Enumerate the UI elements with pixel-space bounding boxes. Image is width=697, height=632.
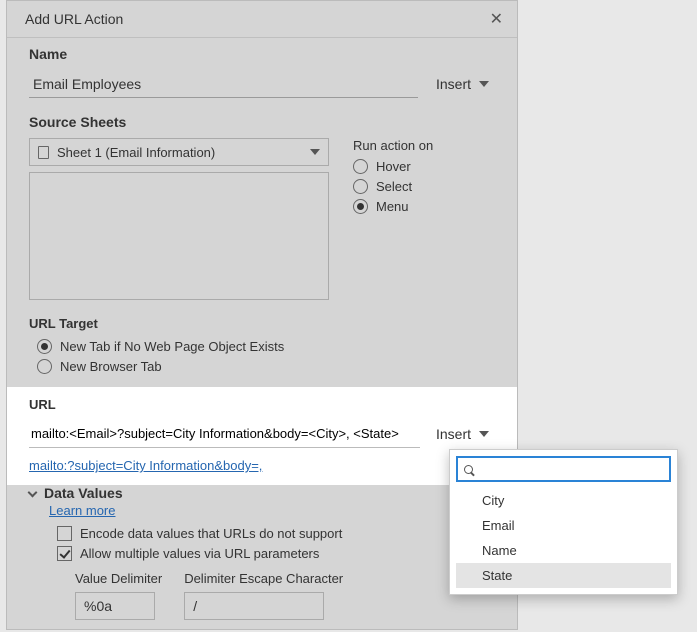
- data-values-options: Encode data values that URLs do not supp…: [29, 526, 495, 561]
- radio-icon: [353, 199, 368, 214]
- run-on-menu[interactable]: Menu: [353, 199, 433, 214]
- data-values-heading: Data Values: [44, 485, 123, 501]
- insert-item-name[interactable]: Name: [456, 538, 671, 563]
- source-sheets-label: Source Sheets: [29, 114, 495, 130]
- chevron-down-icon: [479, 81, 489, 87]
- source-sheet-selected: Sheet 1 (Email Information): [57, 145, 302, 160]
- url-target-new-browser-tab[interactable]: New Browser Tab: [37, 359, 495, 374]
- source-sheets-row: Sheet 1 (Email Information) Run action o…: [29, 138, 495, 300]
- url-target-options: New Tab if No Web Page Object Exists New…: [37, 339, 495, 374]
- chevron-down-icon: [310, 149, 320, 155]
- name-label: Name: [29, 46, 495, 62]
- radio-label: New Tab if No Web Page Object Exists: [60, 339, 284, 354]
- action-name-input[interactable]: [29, 70, 418, 98]
- search-icon: [464, 465, 473, 474]
- checkbox-label: Allow multiple values via URL parameters: [80, 546, 319, 561]
- url-preview-link[interactable]: mailto:?subject=City Information&body=,: [29, 458, 262, 473]
- source-sheets-left: Sheet 1 (Email Information): [29, 138, 329, 300]
- escape-char-col: Delimiter Escape Character: [184, 571, 343, 620]
- insert-item-state[interactable]: State: [456, 563, 671, 588]
- value-delimiter-col: Value Delimiter: [75, 571, 162, 620]
- chevron-down-icon: [479, 431, 489, 437]
- run-action-on-label: Run action on: [353, 138, 433, 153]
- insert-search-wrap[interactable]: [456, 456, 671, 482]
- allow-multiple-values-checkbox[interactable]: Allow multiple values via URL parameters: [57, 546, 495, 561]
- name-insert-button[interactable]: Insert: [430, 72, 495, 96]
- dialog-title-bar: Add URL Action ✕: [7, 1, 517, 38]
- run-action-options: Hover Select Menu: [353, 159, 433, 214]
- checkbox-icon: [57, 546, 72, 561]
- radio-icon: [37, 339, 52, 354]
- delimiter-row: Value Delimiter Delimiter Escape Charact…: [75, 571, 495, 620]
- radio-icon: [353, 159, 368, 174]
- source-sheets-section: Source Sheets Sheet 1 (Email Information…: [7, 106, 517, 308]
- url-target-section: URL Target New Tab if No Web Page Object…: [7, 308, 517, 387]
- name-section: Name Insert: [7, 38, 517, 106]
- checkbox-icon: [57, 526, 72, 541]
- data-values-toggle[interactable]: Data Values: [29, 485, 495, 501]
- run-action-on: Run action on Hover Select Menu: [353, 138, 433, 219]
- name-row: Insert: [29, 70, 495, 98]
- sheet-icon: [38, 146, 49, 159]
- url-section: URL Insert mailto:?subject=City Informat…: [7, 387, 517, 485]
- insert-field-list: City Email Name State: [456, 488, 671, 588]
- insert-search-input[interactable]: [479, 462, 663, 477]
- url-target-new-tab-if-none[interactable]: New Tab if No Web Page Object Exists: [37, 339, 495, 354]
- radio-label: Menu: [376, 199, 409, 214]
- add-url-action-dialog: Add URL Action ✕ Name Insert Source Shee…: [6, 0, 518, 630]
- source-sheet-select[interactable]: Sheet 1 (Email Information): [29, 138, 329, 166]
- url-target-label: URL Target: [29, 316, 495, 331]
- url-input-row: Insert: [29, 420, 495, 448]
- radio-label: Hover: [376, 159, 411, 174]
- url-label: URL: [29, 397, 495, 412]
- insert-label: Insert: [436, 426, 471, 442]
- value-delimiter-input[interactable]: [75, 592, 155, 620]
- radio-label: New Browser Tab: [60, 359, 162, 374]
- url-input[interactable]: [29, 420, 420, 448]
- run-on-hover[interactable]: Hover: [353, 159, 433, 174]
- close-icon[interactable]: ✕: [490, 9, 503, 29]
- radio-label: Select: [376, 179, 412, 194]
- checkbox-label: Encode data values that URLs do not supp…: [80, 526, 342, 541]
- escape-char-input[interactable]: [184, 592, 324, 620]
- insert-item-email[interactable]: Email: [456, 513, 671, 538]
- dialog-title: Add URL Action: [25, 11, 123, 27]
- radio-icon: [37, 359, 52, 374]
- data-values-section: Data Values Learn more Encode data value…: [7, 485, 517, 632]
- value-delimiter-label: Value Delimiter: [75, 571, 162, 586]
- run-on-select[interactable]: Select: [353, 179, 433, 194]
- encode-data-values-checkbox[interactable]: Encode data values that URLs do not supp…: [57, 526, 495, 541]
- insert-item-city[interactable]: City: [456, 488, 671, 513]
- learn-more-link[interactable]: Learn more: [49, 503, 115, 518]
- insert-field-popup: City Email Name State: [449, 449, 678, 595]
- url-insert-button[interactable]: Insert: [430, 422, 495, 446]
- chevron-down-icon: [28, 487, 38, 497]
- radio-icon: [353, 179, 368, 194]
- insert-label: Insert: [436, 76, 471, 92]
- escape-char-label: Delimiter Escape Character: [184, 571, 343, 586]
- source-sheets-list[interactable]: [29, 172, 329, 300]
